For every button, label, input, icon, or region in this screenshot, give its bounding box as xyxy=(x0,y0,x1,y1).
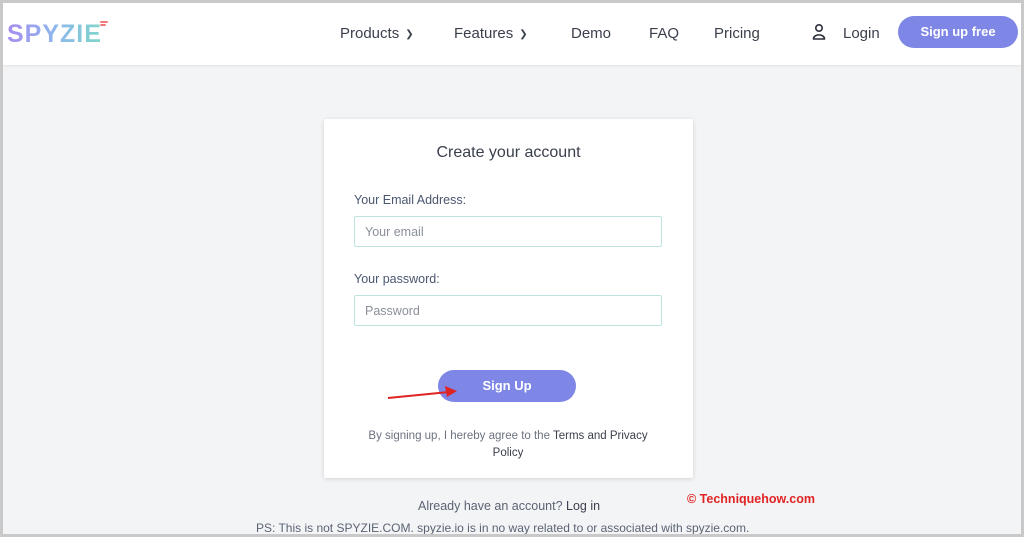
nav-login[interactable]: Login xyxy=(843,25,880,42)
terms-privacy-link[interactable]: Terms and Privacy xyxy=(553,430,648,442)
nav-products-label: Products xyxy=(340,25,400,42)
already-text: Already have an account? xyxy=(418,499,563,513)
form-title: Create your account xyxy=(436,144,581,161)
nav-products[interactable]: Products ❯ xyxy=(340,25,414,42)
techniquehow-watermark: © Techniquehow.com xyxy=(687,492,815,506)
terms-prefix: By signing up, I hereby agree to the xyxy=(368,430,550,442)
spyzie-logo[interactable]: SPYZIE xyxy=(7,20,102,49)
user-icon[interactable] xyxy=(811,23,827,41)
chevron-down-icon: ❯ xyxy=(519,29,528,40)
password-label: Your password: xyxy=(354,272,440,286)
signup-free-button[interactable]: Sign up free xyxy=(898,16,1018,48)
nav-pricing[interactable]: Pricing xyxy=(714,25,760,42)
nav-features-label: Features xyxy=(454,25,514,42)
top-navbar: SPYZIE Products ❯ Features ❯ Demo FAQ Pric… xyxy=(3,3,1021,65)
arrow-right-annotation-icon xyxy=(387,386,457,399)
policy-link[interactable]: Policy xyxy=(493,447,524,459)
nav-faq[interactable]: FAQ xyxy=(649,25,679,42)
email-label: Your Email Address: xyxy=(354,193,467,207)
chevron-down-icon: ❯ xyxy=(405,29,414,40)
email-field[interactable] xyxy=(354,216,662,247)
already-account-line: Already have an account? Log in xyxy=(418,499,600,513)
signup-card: Create your account Your Email Address: … xyxy=(324,119,693,478)
browser-viewport: SPYZIE Products ❯ Features ❯ Demo FAQ Pric… xyxy=(3,3,1021,534)
terms-text: By signing up, I hereby agree to the Ter… xyxy=(354,428,662,462)
logo-wifi-mark-icon xyxy=(100,21,108,27)
disclaimer-text: PS: This is not SPYZIE.COM. spyzie.io is… xyxy=(256,521,750,534)
nav-demo[interactable]: Demo xyxy=(571,25,611,42)
nav-features[interactable]: Features ❯ xyxy=(454,25,528,42)
log-in-link[interactable]: Log in xyxy=(566,499,600,513)
password-field[interactable] xyxy=(354,295,662,326)
